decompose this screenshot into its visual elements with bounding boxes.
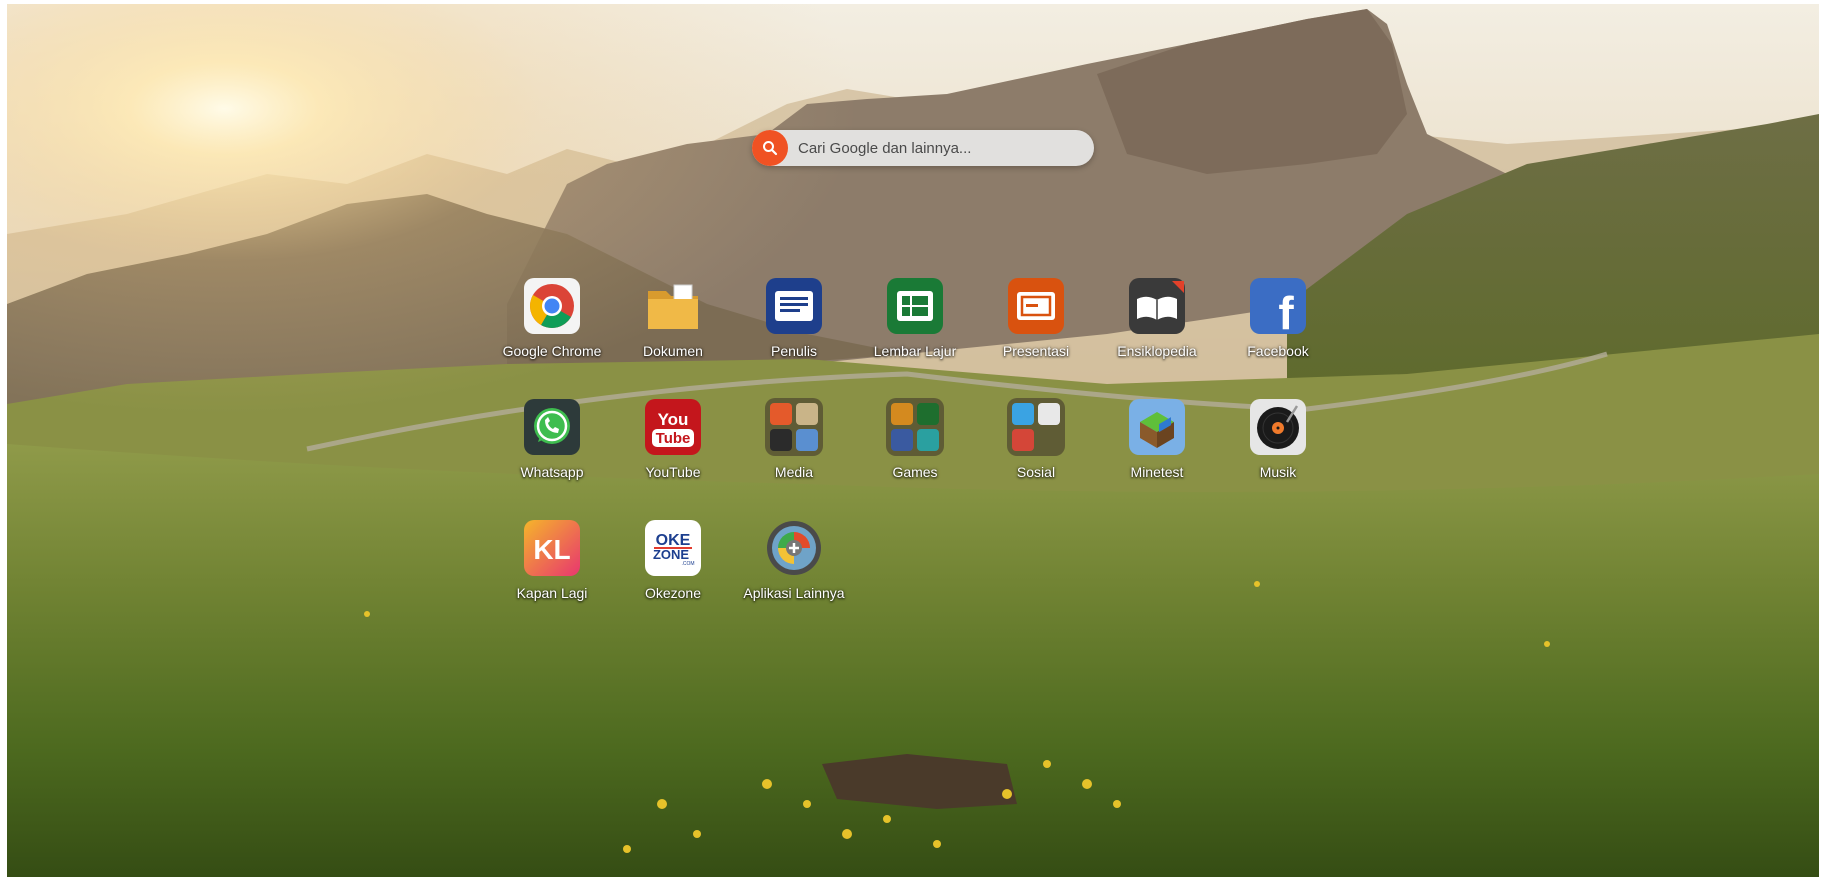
svg-text:ZONE: ZONE — [653, 547, 689, 562]
app-youtube[interactable]: You Tube YouTube — [613, 398, 733, 498]
app-label: Dokumen — [643, 343, 703, 359]
app-label: Media — [774, 464, 814, 480]
search-icon — [763, 141, 778, 156]
search-button[interactable] — [752, 130, 788, 166]
svg-text:.COM: .COM — [681, 561, 694, 567]
document-writer-icon — [765, 277, 823, 335]
svg-text:Tube: Tube — [656, 430, 691, 447]
app-label: Musik — [1259, 464, 1297, 480]
more-apps-icon — [765, 519, 823, 577]
app-label: Aplikasi Lainnya — [743, 585, 845, 601]
app-minetest[interactable]: Minetest — [1097, 398, 1217, 498]
minetest-icon — [1128, 398, 1186, 456]
app-kapan-lagi[interactable]: KL Kapan Lagi — [492, 519, 612, 619]
app-okezone[interactable]: OKE ZONE .COM Okezone — [613, 519, 733, 619]
app-facebook[interactable]: f Facebook — [1218, 277, 1338, 377]
app-penulis[interactable]: Penulis — [734, 277, 854, 377]
app-label: Lembar Lajur — [873, 343, 957, 359]
spreadsheet-icon — [886, 277, 944, 335]
app-aplikasi-lainnya[interactable]: Aplikasi Lainnya — [734, 519, 854, 619]
facebook-icon: f — [1249, 277, 1307, 339]
search-bar[interactable] — [752, 130, 1094, 166]
svg-text:You: You — [658, 410, 689, 429]
desktop: Google Chrome Dokumen — [7, 4, 1819, 877]
games-folder-icon — [886, 398, 944, 456]
app-label: Ensiklopedia — [1117, 343, 1197, 359]
app-label: YouTube — [645, 464, 701, 480]
book-icon — [1128, 277, 1186, 335]
app-label: Games — [892, 464, 938, 480]
app-label: Okezone — [644, 585, 702, 601]
app-lembar-lajur[interactable]: Lembar Lajur — [855, 277, 975, 377]
app-games[interactable]: Games — [855, 398, 975, 498]
folder-icon — [644, 277, 702, 335]
chrome-icon — [523, 277, 581, 335]
music-player-icon — [1249, 398, 1307, 456]
app-presentasi[interactable]: Presentasi — [976, 277, 1096, 377]
app-media[interactable]: Media — [734, 398, 854, 498]
social-folder-icon — [1007, 398, 1065, 456]
app-label: Sosial — [1016, 464, 1056, 480]
okezone-icon: OKE ZONE .COM — [644, 519, 702, 577]
app-label: Penulis — [771, 343, 817, 359]
app-label: Minetest — [1130, 464, 1184, 480]
app-label: Google Chrome — [502, 343, 602, 359]
media-folder-icon — [765, 398, 823, 456]
kapanlagi-icon: KL — [523, 519, 581, 577]
app-ensiklopedia[interactable]: Ensiklopedia — [1097, 277, 1217, 377]
whatsapp-icon — [523, 398, 581, 456]
app-label: Whatsapp — [520, 464, 584, 480]
youtube-icon: You Tube — [644, 398, 702, 456]
presentation-icon — [1007, 277, 1065, 335]
search-input[interactable] — [798, 130, 1078, 166]
app-musik[interactable]: Musik — [1218, 398, 1338, 498]
app-dokumen[interactable]: Dokumen — [613, 277, 733, 377]
app-google-chrome[interactable]: Google Chrome — [492, 277, 612, 377]
app-sosial[interactable]: Sosial — [976, 398, 1096, 498]
svg-text:KL: KL — [533, 534, 570, 565]
app-label: Presentasi — [1002, 343, 1070, 359]
app-label: Facebook — [1247, 343, 1309, 359]
app-whatsapp[interactable]: Whatsapp — [492, 398, 612, 498]
svg-text:f: f — [1278, 287, 1294, 335]
app-label: Kapan Lagi — [516, 585, 588, 601]
